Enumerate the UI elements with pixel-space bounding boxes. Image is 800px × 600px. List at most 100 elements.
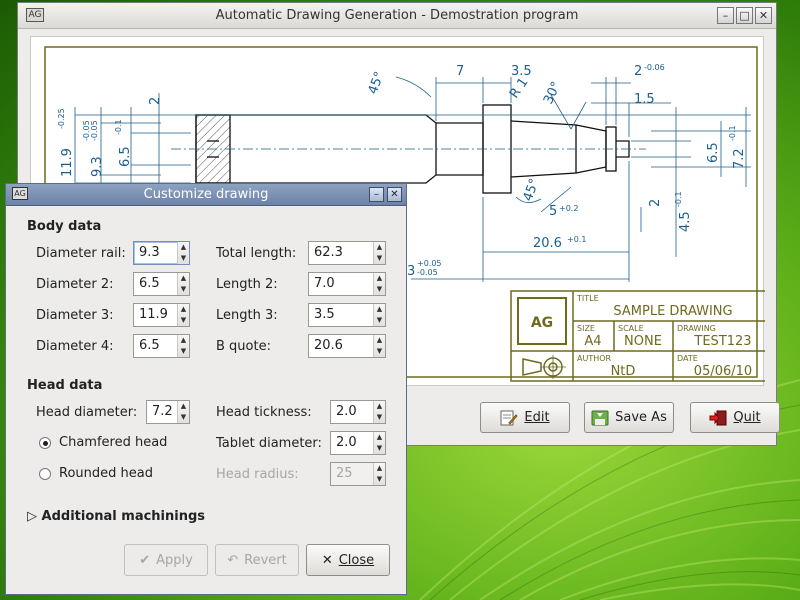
head-diameter-spinner[interactable]: 7.2 ▲ ▼ [146,400,190,424]
tablet-diameter-spinner[interactable]: 2.0 ▲ ▼ [330,431,386,455]
tb-scale-label: SCALE [618,324,644,333]
tablet-diameter-value[interactable]: 2.0 [331,432,373,454]
edit-label: Edit [524,410,550,425]
dim-3: 3 [407,264,415,279]
tb-title: SAMPLE DRAWING [613,304,732,319]
dim-1-5: 1.5 [634,92,655,107]
minimize-icon[interactable]: – [717,7,734,24]
spinner-arrows[interactable]: ▲ ▼ [373,273,385,295]
additional-machinings-label: Additional machinings [41,509,206,524]
revert-button[interactable]: ↶ Revert [215,544,299,576]
chamfered-head-label[interactable]: Chamfered head [59,435,167,450]
head-thickness-value[interactable]: 2.0 [331,401,373,423]
additional-machinings-expander[interactable]: ▷ Additional machinings [27,509,205,524]
dim-20-6-tol: +0.1 [567,235,586,244]
head-radius-value: 25 [336,466,353,481]
dim-45-bot: 45° [521,177,543,204]
edit-icon [500,410,519,425]
diameter-4-value[interactable]: 6.5 [134,335,177,357]
tb-size: A4 [584,334,601,349]
total-length-value[interactable]: 62.3 [309,242,373,264]
b-quote-spinner[interactable]: 20.6 ▲ ▼ [308,334,386,358]
close-label: Close [338,552,375,568]
rounded-head-radio[interactable] [39,468,51,480]
titleblock-logo: AG [531,315,553,331]
close-icon[interactable]: ✕ [755,7,772,24]
length-3-spinner[interactable]: 3.5 ▲ ▼ [308,303,386,327]
spinner-arrows[interactable]: ▲ ▼ [177,335,189,357]
apply-label: Apply [156,552,193,568]
diameter-3-value[interactable]: 11.9 [134,304,177,326]
quit-button[interactable]: Quit [690,402,780,433]
tb-author-label: AUTHOR [577,354,612,363]
length-2-spinner[interactable]: 7.0 ▲ ▼ [308,272,386,296]
tb-drawing: TEST123 [693,334,751,349]
diameter-2-spinner[interactable]: 6.5 ▲ ▼ [133,272,190,296]
main-titlebar[interactable]: AG Automatic Drawing Generation - Demost… [18,3,776,29]
length-2-value[interactable]: 7.0 [309,273,373,295]
revert-label: Revert [244,552,287,568]
dim-6-5-right: 6.5 [706,142,721,163]
dim-2-top: 2 [634,64,642,79]
quit-label: Quit [733,410,761,425]
spinner-arrows[interactable]: ▲ ▼ [177,273,189,295]
dim-6-5-left: 6.5 [118,146,133,167]
dim-11-9: 11.9 [60,148,75,177]
revert-icon: ↶ [227,552,239,568]
head-diameter-label: Head diameter: [36,405,138,420]
dim-9-3: 9.3 [90,156,105,177]
customize-dialog: AG Customize drawing – ✕ Body data Diame… [5,183,407,595]
tb-scale: NONE [624,334,662,349]
spinner-arrows[interactable]: ▲ ▼ [373,432,385,454]
close-button[interactable]: ✕ Close [306,544,390,576]
spinner-arrows[interactable]: ▲ ▼ [373,304,385,326]
spinner-arrows[interactable]: ▲ ▼ [373,335,385,357]
rounded-head-label[interactable]: Rounded head [59,466,153,481]
length-2-label: Length 2: [216,277,278,292]
edit-button[interactable]: Edit [480,402,570,433]
spinner-arrows[interactable]: ▲ ▼ [373,242,385,264]
diameter-2-value[interactable]: 6.5 [134,273,177,295]
diameter-3-label: Diameter 3: [36,308,114,323]
dim-7: 7 [456,64,464,79]
b-quote-label: B quote: [216,339,271,354]
diameter-rail-value[interactable]: 9.3 [134,242,177,264]
diameter-4-label: Diameter 4: [36,339,114,354]
maximize-icon[interactable]: □ [736,7,753,24]
tb-title-label: TITLE [576,294,599,303]
head-diameter-value[interactable]: 7.2 [147,401,177,423]
dim-11-9-tol: -0.25 [57,108,66,129]
dialog-title: Customize drawing [143,187,269,202]
dialog-minimize-icon[interactable]: – [369,187,384,202]
head-data-heading: Head data [27,378,103,393]
dialog-titlebar[interactable]: AG Customize drawing – ✕ [6,184,406,206]
dim-20-6: 20.6 [533,236,562,251]
spinner-arrows[interactable]: ▲ ▼ [177,304,189,326]
dim-3-tol-up: +0.05 [417,259,442,268]
diameter-rail-spinner[interactable]: 9.3 ▲ ▼ [133,241,190,265]
save-as-button[interactable]: Save As [584,402,674,433]
dim-4-5: 4.5 [678,211,693,232]
dim-2-left: 2 [148,97,163,105]
dialog-close-icon[interactable]: ✕ [387,187,402,202]
dim-5-tol: +0.2 [559,204,578,213]
save-icon [591,410,609,425]
total-length-spinner[interactable]: 62.3 ▲ ▼ [308,241,386,265]
spinner-arrows[interactable]: ▲ ▼ [177,242,189,264]
diameter-3-spinner[interactable]: 11.9 ▲ ▼ [133,303,190,327]
spinner-arrows[interactable]: ▲ ▼ [373,401,385,423]
diameter-4-spinner[interactable]: 6.5 ▲ ▼ [133,334,190,358]
head-radius-spinner: 25 ▲ ▼ [330,462,386,486]
dim-7-2-tol: -0.1 [728,125,737,141]
b-quote-value[interactable]: 20.6 [309,335,373,357]
body-data-heading: Body data [27,219,102,234]
length-3-value[interactable]: 3.5 [309,304,373,326]
tb-drawing-label: DRAWING [677,324,716,333]
chamfered-head-radio[interactable] [39,437,51,449]
head-thickness-spinner[interactable]: 2.0 ▲ ▼ [330,400,386,424]
dim-2-mid: 2 [648,199,663,207]
apply-button[interactable]: ✔ Apply [124,544,208,576]
dim-4-5-tol: -0.1 [674,191,683,207]
spinner-arrows[interactable]: ▲ ▼ [177,401,189,423]
close-x-icon: ✕ [321,552,333,568]
